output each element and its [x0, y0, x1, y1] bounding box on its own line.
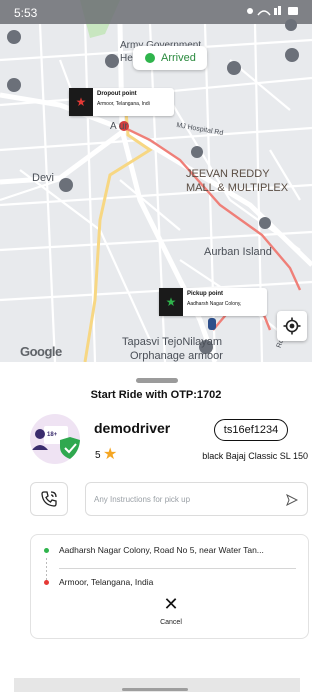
- dropout-subtitle: Armoor, Telangana, Indi: [97, 101, 150, 107]
- cancel-ride-button[interactable]: ✕ Cancel: [141, 595, 201, 635]
- map-label-aurban: Aurban Island: [204, 246, 272, 258]
- dropout-marker[interactable]: ★ Dropout point Armoor, Telangana, Indi: [69, 88, 174, 116]
- map-label-jeevan-1: JEEVAN REDDY: [186, 168, 270, 180]
- phone-call-icon: [41, 491, 57, 507]
- status-bar: 5:53: [0, 0, 312, 24]
- pickup-marker[interactable]: ★ Pickup point Aadharsh Nagar Colony,: [159, 288, 267, 316]
- home-gesture-pill[interactable]: [122, 688, 188, 691]
- map-label-jeevan-2: MALL & MULTIPLEX: [186, 182, 289, 194]
- route-divider: [59, 568, 296, 569]
- arrived-dot-icon: [145, 53, 155, 63]
- status-time: 5:53: [14, 6, 38, 20]
- dropout-star-icon: ★: [69, 88, 93, 116]
- my-location-button[interactable]: [277, 311, 307, 341]
- otp-title: Start Ride with OTP:1702: [90, 389, 222, 401]
- close-icon: ✕: [163, 594, 179, 614]
- pickup-subtitle: Aadharsh Nagar Colony,: [187, 301, 242, 307]
- map-label-tapasvi-2: Orphanage armoor: [130, 350, 223, 362]
- arrived-label: Arrived: [161, 52, 196, 64]
- pickup-address: Aadharsh Nagar Colony, Road No 5, near W…: [59, 545, 264, 555]
- drop-dot-icon: [44, 579, 49, 585]
- driver-rating: 5: [95, 450, 101, 461]
- pickup-address-row: Aadharsh Nagar Colony, Road No 5, near W…: [31, 541, 310, 559]
- battery-icon: [244, 5, 304, 20]
- drop-address: Armoor, Telangana, India: [59, 577, 154, 587]
- cancel-label: Cancel: [160, 619, 182, 626]
- map-label-armoor: A ur: [110, 121, 128, 132]
- dropout-title: Dropout point: [97, 91, 137, 97]
- map-label-devi: Devi: [32, 172, 55, 184]
- instructions-box: [85, 482, 308, 516]
- pickup-star-icon: ★: [159, 288, 183, 316]
- map-label-tapasvi-1: Tapasvi TejoNilayam: [122, 336, 223, 348]
- pickup-title: Pickup point: [187, 291, 223, 297]
- call-driver-button[interactable]: [30, 482, 68, 516]
- driver-avatar: 18+: [30, 414, 80, 464]
- driver-name: demodriver: [94, 420, 171, 436]
- arrived-status-chip: Arrived: [133, 46, 207, 70]
- google-logo: Google: [20, 344, 62, 359]
- route-card: Aadharsh Nagar Colony, Road No 5, near W…: [30, 534, 309, 639]
- send-icon[interactable]: [286, 493, 299, 511]
- instructions-input[interactable]: [94, 483, 279, 515]
- star-icon: ★: [103, 446, 118, 463]
- verified-driver-icon: 18+: [32, 426, 80, 459]
- crosshair-icon: [283, 317, 301, 335]
- ride-bottom-sheet: Start Ride with OTP:1702 18+ demodriver …: [0, 362, 312, 692]
- pickup-dot-icon: [44, 547, 49, 553]
- vehicle-number-chip: ts16ef1234: [214, 419, 288, 441]
- sheet-drag-handle[interactable]: [136, 378, 178, 383]
- vehicle-model: black Bajaj Classic SL 150: [202, 451, 308, 461]
- map-label-army-2: He: [120, 53, 133, 64]
- map-view[interactable]: 5:53 Army Government He A ur MJ Hospital…: [0, 0, 312, 362]
- drop-address-row: Armoor, Telangana, India: [31, 573, 310, 591]
- age-badge-text: 18+: [47, 432, 58, 438]
